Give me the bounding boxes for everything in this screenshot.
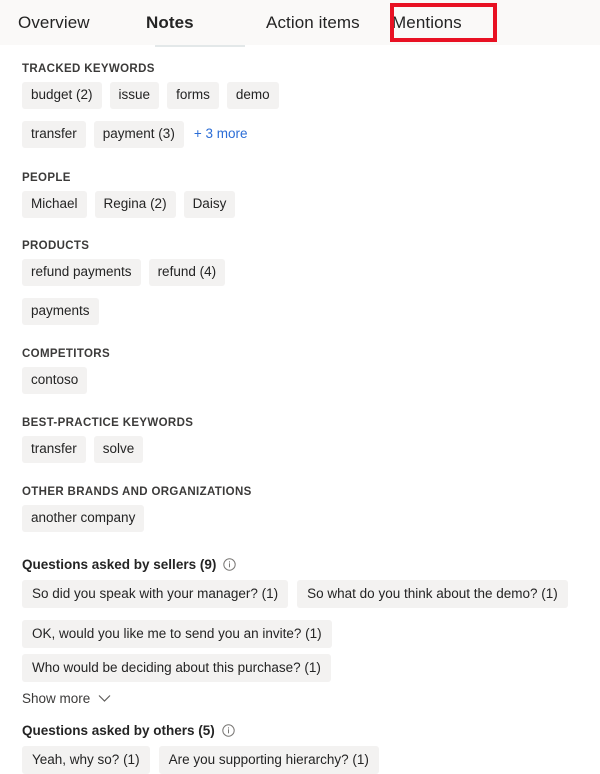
question-chip[interactable]: Who would be deciding about this purchas… [22,654,331,682]
section-questions-by-others: Questions asked by others (5) Yeah, why … [22,723,582,774]
chip[interactable]: contoso [22,367,88,394]
questions-others-header: Questions asked by others (5) [22,723,582,738]
section-title: BEST-PRACTICE KEYWORDS [22,417,194,429]
tab-mentions[interactable]: Mentions [392,0,482,45]
chip[interactable]: forms [167,82,219,109]
tab-notes[interactable]: Notes [146,0,266,45]
section-title: TRACKED KEYWORDS [22,63,155,75]
show-more-label: Show more [22,691,91,706]
info-circle-icon[interactable] [223,558,237,571]
chip[interactable]: transfer [22,121,86,148]
questions-sellers-header: Questions asked by sellers (9) [22,557,582,572]
section-tracked-keywords: TRACKED KEYWORDS budget (2) issue forms … [22,63,582,148]
chevron-down-icon [98,695,111,702]
question-chip[interactable]: So did you speak with your manager? (1) [22,580,289,608]
questions-others-title: Questions asked by others (5) [22,723,215,738]
chip[interactable]: demo [226,82,279,109]
mentions-content: TRACKED KEYWORDS budget (2) issue forms … [0,63,600,774]
chip[interactable]: refund payments [22,259,141,286]
chip-group: So did you speak with your manager? (1) … [22,580,582,682]
chip[interactable]: Regina (2) [94,191,176,218]
section-competitors: COMPETITORS contoso [22,348,582,394]
chip-group: transfer solve [22,436,582,463]
section-best-practice-keywords: BEST-PRACTICE KEYWORDS transfer solve [22,417,582,463]
chip-group: budget (2) issue forms demo transfer pay… [22,82,582,148]
show-more-keywords-link[interactable]: + 3 more [192,121,250,148]
chip[interactable]: solve [93,436,144,463]
tab-action-items[interactable]: Action items [266,0,392,45]
chip[interactable]: transfer [22,436,86,463]
question-chip[interactable]: Are you supporting hierarchy? (1) [158,746,379,774]
questions-sellers-title: Questions asked by sellers (9) [22,557,217,572]
info-circle-icon[interactable] [222,724,235,737]
question-chip[interactable]: Yeah, why so? (1) [22,746,150,774]
chip[interactable]: another company [22,505,145,532]
chip[interactable]: Michael [22,191,87,218]
chip-group: refund payments refund (4) payments [22,259,582,325]
tab-bar: Overview Notes Action items Mentions [0,0,600,45]
chip[interactable]: refund (4) [148,259,226,286]
section-title: OTHER BRANDS AND ORGANIZATIONS [22,486,252,498]
section-title: PEOPLE [22,172,71,184]
chip[interactable]: Daisy [183,191,236,218]
question-chip[interactable]: So what do you think about the demo? (1) [297,580,568,608]
section-title: COMPETITORS [22,348,110,360]
tab-selected-underline [155,45,245,47]
section-title: PRODUCTS [22,240,90,252]
section-products: PRODUCTS refund payments refund (4) paym… [22,240,582,325]
chip-group: Michael Regina (2) Daisy [22,191,582,218]
chip-group: contoso [22,367,582,394]
section-other-brands: OTHER BRANDS AND ORGANIZATIONS another c… [22,486,582,532]
chip[interactable]: payments [22,298,99,325]
chip[interactable]: issue [109,82,160,109]
tab-overview[interactable]: Overview [18,0,146,45]
chip-group: another company [22,505,582,532]
chip[interactable]: budget (2) [22,82,102,109]
section-questions-by-sellers: Questions asked by sellers (9) So did yo… [22,557,582,706]
chip[interactable]: payment (3) [93,121,184,148]
chip-group: Yeah, why so? (1) Are you supporting hie… [22,746,582,774]
section-people: PEOPLE Michael Regina (2) Daisy [22,172,582,218]
question-chip[interactable]: OK, would you like me to send you an inv… [22,620,332,648]
show-more-button[interactable]: Show more [22,691,111,706]
